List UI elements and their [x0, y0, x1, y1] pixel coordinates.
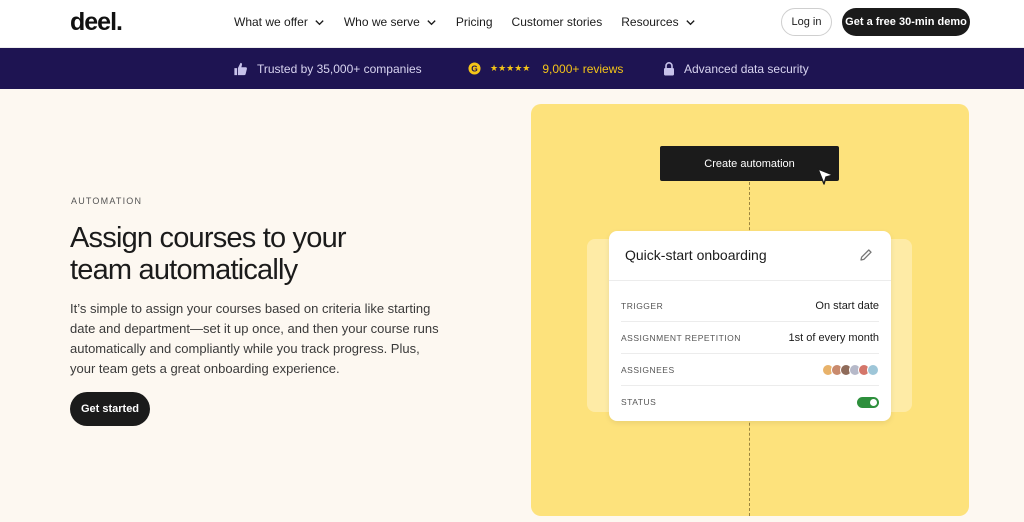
row-label: ASSIGNEES: [621, 364, 675, 375]
nav-link-label: Resources: [621, 15, 679, 29]
chevron-down-icon: [427, 19, 436, 25]
star-rating: ★★★★★: [490, 63, 531, 73]
deel-logo[interactable]: deel.: [70, 8, 123, 37]
trusted-text: Trusted by 35,000+ companies: [257, 61, 422, 76]
create-automation-button[interactable]: Create automation: [660, 146, 839, 181]
status-toggle[interactable]: [857, 396, 879, 408]
nav-who-we-serve[interactable]: Who we serve: [344, 15, 437, 29]
login-button[interactable]: Log in: [781, 8, 832, 36]
nav-link-label: What we offer: [234, 15, 308, 29]
demo-button[interactable]: Get a free 30-min demo: [842, 8, 970, 36]
row-label: TRIGGER: [621, 300, 664, 311]
lock-icon: [664, 61, 674, 75]
trust-bar: Trusted by 35,000+ companies G ★★★★★ 9,0…: [0, 48, 1024, 89]
top-nav: deel. What we offer Who we serve Pricing…: [0, 0, 1024, 48]
row-value: 1st of every month: [788, 331, 880, 344]
reviews-item[interactable]: G ★★★★★ 9,000+ reviews: [468, 48, 623, 89]
row-label: STATUS: [621, 397, 657, 407]
nav-link-label: Customer stories: [511, 15, 603, 29]
nav-what-we-offer[interactable]: What we offer: [234, 15, 325, 29]
g2-badge-icon: G: [468, 62, 481, 75]
avatar: [867, 363, 879, 376]
security-text: Advanced data security: [684, 61, 809, 76]
get-started-button[interactable]: Get started: [70, 392, 150, 426]
hero-headline: Assign courses to your team automaticall…: [70, 222, 347, 286]
card-title: Quick-start onboarding: [625, 247, 767, 263]
assignees-row: ASSIGNEES: [621, 354, 879, 386]
assignee-avatars: [822, 363, 879, 376]
trusted-item: Trusted by 35,000+ companies: [233, 48, 422, 89]
thumbs-up-icon: [234, 62, 247, 75]
chevron-down-icon: [315, 19, 324, 25]
chevron-down-icon: [685, 19, 695, 25]
nav-resources[interactable]: Resources: [621, 15, 695, 29]
nav-link-label: Pricing: [455, 15, 493, 29]
hero-body: It’s simple to assign your courses based…: [70, 301, 439, 376]
trigger-row: TRIGGER On start date: [621, 290, 879, 322]
nav-link-label: Who we serve: [343, 15, 420, 29]
security-item: Advanced data security: [663, 48, 809, 89]
card-divider: [609, 280, 891, 281]
section-eyebrow: AUTOMATION: [71, 196, 143, 206]
automation-illustration: Create automation Quick-start onboarding…: [531, 104, 969, 516]
svg-text:G: G: [471, 63, 478, 73]
cursor-arrow-icon: [817, 168, 834, 185]
reviews-text: 9,000+ reviews: [542, 61, 624, 76]
repetition-row: ASSIGNMENT REPETITION 1st of every month: [621, 322, 879, 354]
pencil-edit-icon[interactable]: [859, 248, 873, 262]
nav-links: What we offer Who we serve Pricing Custo…: [234, 0, 715, 44]
status-row: STATUS: [621, 386, 879, 418]
nav-customer-stories[interactable]: Customer stories: [512, 15, 603, 29]
row-label: ASSIGNMENT REPETITION: [621, 332, 741, 343]
nav-pricing[interactable]: Pricing: [456, 15, 493, 29]
row-value: On start date: [815, 299, 879, 312]
automation-card: Quick-start onboarding TRIGGER On start …: [609, 231, 891, 421]
